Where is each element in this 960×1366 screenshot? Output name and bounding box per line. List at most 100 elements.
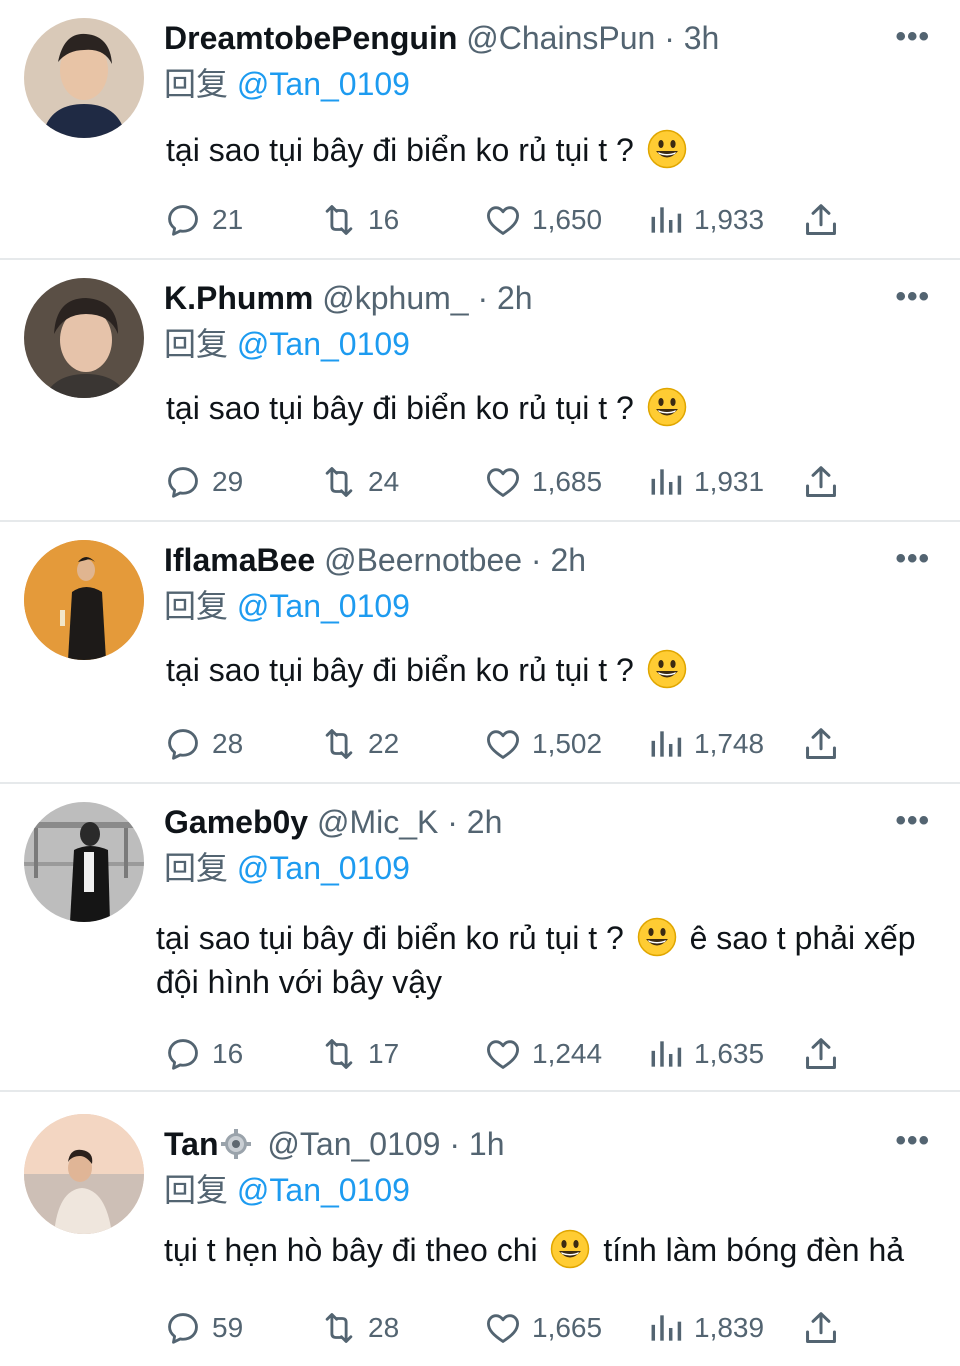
- tweet-5[interactable]: Tan @Tan_0109 · 1h ••• 回复 @Tan_0109 tụi …: [0, 1092, 960, 1366]
- more-icon[interactable]: •••: [895, 806, 930, 836]
- tweet-1[interactable]: DreamtobePenguin @ChainsPun · 3h ••• 回复 …: [0, 0, 960, 260]
- separator-dot: ·: [530, 542, 542, 578]
- timestamp[interactable]: 3h: [684, 20, 720, 56]
- action-bar: 21 16 1,650 1,933: [164, 200, 864, 240]
- display-name[interactable]: DreamtobePenguin: [164, 20, 457, 56]
- reply-label: 回复: [164, 588, 229, 624]
- like-button[interactable]: 1,244: [484, 1034, 602, 1074]
- reply-button[interactable]: 59: [164, 1308, 243, 1348]
- more-icon[interactable]: •••: [895, 282, 930, 312]
- avatar[interactable]: [24, 18, 144, 138]
- reply-icon: [164, 725, 202, 763]
- reply-button[interactable]: 21: [164, 200, 243, 240]
- views-button[interactable]: 1,931: [646, 462, 764, 502]
- heart-icon: [484, 1035, 522, 1073]
- user-handle[interactable]: @kphum_: [322, 280, 468, 316]
- reply-label: 回复: [164, 326, 229, 362]
- views-icon: [646, 463, 684, 501]
- display-name[interactable]: Tan: [164, 1126, 219, 1162]
- tweet-text-part: tụi t hẹn hò bây đi theo chi: [164, 1232, 538, 1268]
- timestamp[interactable]: 2h: [550, 542, 586, 578]
- separator-dot: ·: [477, 280, 489, 316]
- reply-handle-link[interactable]: @Tan_0109: [237, 850, 410, 886]
- like-button[interactable]: 1,502: [484, 724, 602, 764]
- tweet-header: DreamtobePenguin @ChainsPun · 3h: [164, 18, 719, 58]
- views-button[interactable]: 1,748: [646, 724, 764, 764]
- tweet-header: Gameb0y @Mic_K · 2h: [164, 802, 502, 842]
- tweet-2[interactable]: K.Phumm @kphum_ · 2h ••• 回复 @Tan_0109 tạ…: [0, 260, 960, 522]
- like-count: 1,650: [532, 204, 603, 235]
- user-handle[interactable]: @Mic_K: [317, 804, 438, 840]
- reply-count: 28: [212, 728, 244, 759]
- replying-to: 回复 @Tan_0109: [164, 64, 410, 104]
- like-count: 1,665: [532, 1312, 603, 1343]
- reply-handle-link[interactable]: @Tan_0109: [237, 588, 410, 624]
- views-icon: [646, 1035, 684, 1073]
- timestamp[interactable]: 1h: [469, 1126, 505, 1162]
- share-button[interactable]: [802, 724, 850, 764]
- like-button[interactable]: 1,650: [484, 200, 602, 240]
- more-icon[interactable]: •••: [895, 22, 930, 52]
- reply-button[interactable]: 16: [164, 1034, 243, 1074]
- view-count: 1,839: [694, 1312, 765, 1343]
- view-count: 1,931: [694, 466, 765, 497]
- tweet-text-part: tại sao tụi bây đi biển ko rủ tụi t ?: [166, 390, 634, 426]
- retweet-icon: [320, 1035, 358, 1073]
- avatar[interactable]: [24, 1114, 144, 1234]
- user-handle[interactable]: @Tan_0109: [267, 1126, 440, 1162]
- views-button[interactable]: 1,839: [646, 1308, 764, 1348]
- tweet-3[interactable]: IflamaBee @Beernotbee · 2h ••• 回复 @Tan_0…: [0, 522, 960, 784]
- share-button[interactable]: [802, 1034, 850, 1074]
- timestamp[interactable]: 2h: [497, 280, 533, 316]
- user-handle[interactable]: @Beernotbee: [324, 542, 522, 578]
- display-name[interactable]: IflamaBee: [164, 542, 315, 578]
- heart-icon: [484, 463, 522, 501]
- avatar[interactable]: [24, 540, 144, 660]
- reply-label: 回复: [164, 850, 229, 886]
- tweet-header: Tan @Tan_0109 · 1h: [164, 1124, 505, 1164]
- more-icon[interactable]: •••: [895, 544, 930, 574]
- share-icon: [802, 1035, 840, 1073]
- avatar[interactable]: [24, 802, 144, 922]
- timestamp[interactable]: 2h: [467, 804, 503, 840]
- view-count: 1,748: [694, 728, 765, 759]
- retweet-button[interactable]: 22: [320, 724, 399, 764]
- user-handle[interactable]: @ChainsPun: [466, 20, 655, 56]
- grinning-face-emoji-icon: [647, 649, 687, 689]
- view-count: 1,635: [694, 1038, 765, 1069]
- replying-to: 回复 @Tan_0109: [164, 1170, 410, 1210]
- retweet-button[interactable]: 17: [320, 1034, 399, 1074]
- settings-gear-icon: [220, 1129, 251, 1159]
- like-button[interactable]: 1,665: [484, 1308, 602, 1348]
- share-button[interactable]: [802, 200, 850, 240]
- views-icon: [646, 725, 684, 763]
- action-bar: 59 28 1,665 1,839: [164, 1308, 864, 1348]
- like-count: 1,502: [532, 728, 603, 759]
- views-button[interactable]: 1,635: [646, 1034, 764, 1074]
- reply-icon: [164, 201, 202, 239]
- reply-count: 59: [212, 1312, 244, 1343]
- separator-dot: ·: [449, 1126, 461, 1162]
- reply-handle-link[interactable]: @Tan_0109: [237, 66, 410, 102]
- display-name[interactable]: K.Phumm: [164, 280, 313, 316]
- reply-button[interactable]: 28: [164, 724, 243, 764]
- avatar[interactable]: [24, 278, 144, 398]
- reply-handle-link[interactable]: @Tan_0109: [237, 1172, 410, 1208]
- share-button[interactable]: [802, 1308, 850, 1348]
- replying-to: 回复 @Tan_0109: [164, 324, 410, 364]
- retweet-icon: [320, 201, 358, 239]
- reply-handle-link[interactable]: @Tan_0109: [237, 326, 410, 362]
- retweet-button[interactable]: 28: [320, 1308, 399, 1348]
- display-name[interactable]: Gameb0y: [164, 804, 308, 840]
- reply-label: 回复: [164, 1172, 229, 1208]
- views-button[interactable]: 1,933: [646, 200, 764, 240]
- retweet-button[interactable]: 16: [320, 200, 399, 240]
- reply-button[interactable]: 29: [164, 462, 243, 502]
- like-button[interactable]: 1,685: [484, 462, 602, 502]
- more-icon[interactable]: •••: [895, 1126, 930, 1156]
- share-button[interactable]: [802, 462, 850, 502]
- views-icon: [646, 1309, 684, 1347]
- retweet-button[interactable]: 24: [320, 462, 399, 502]
- tweet-4[interactable]: Gameb0y @Mic_K · 2h ••• 回复 @Tan_0109 tại…: [0, 784, 960, 1092]
- tweet-text-part: tại sao tụi bây đi biển ko rủ tụi t ?: [156, 920, 624, 956]
